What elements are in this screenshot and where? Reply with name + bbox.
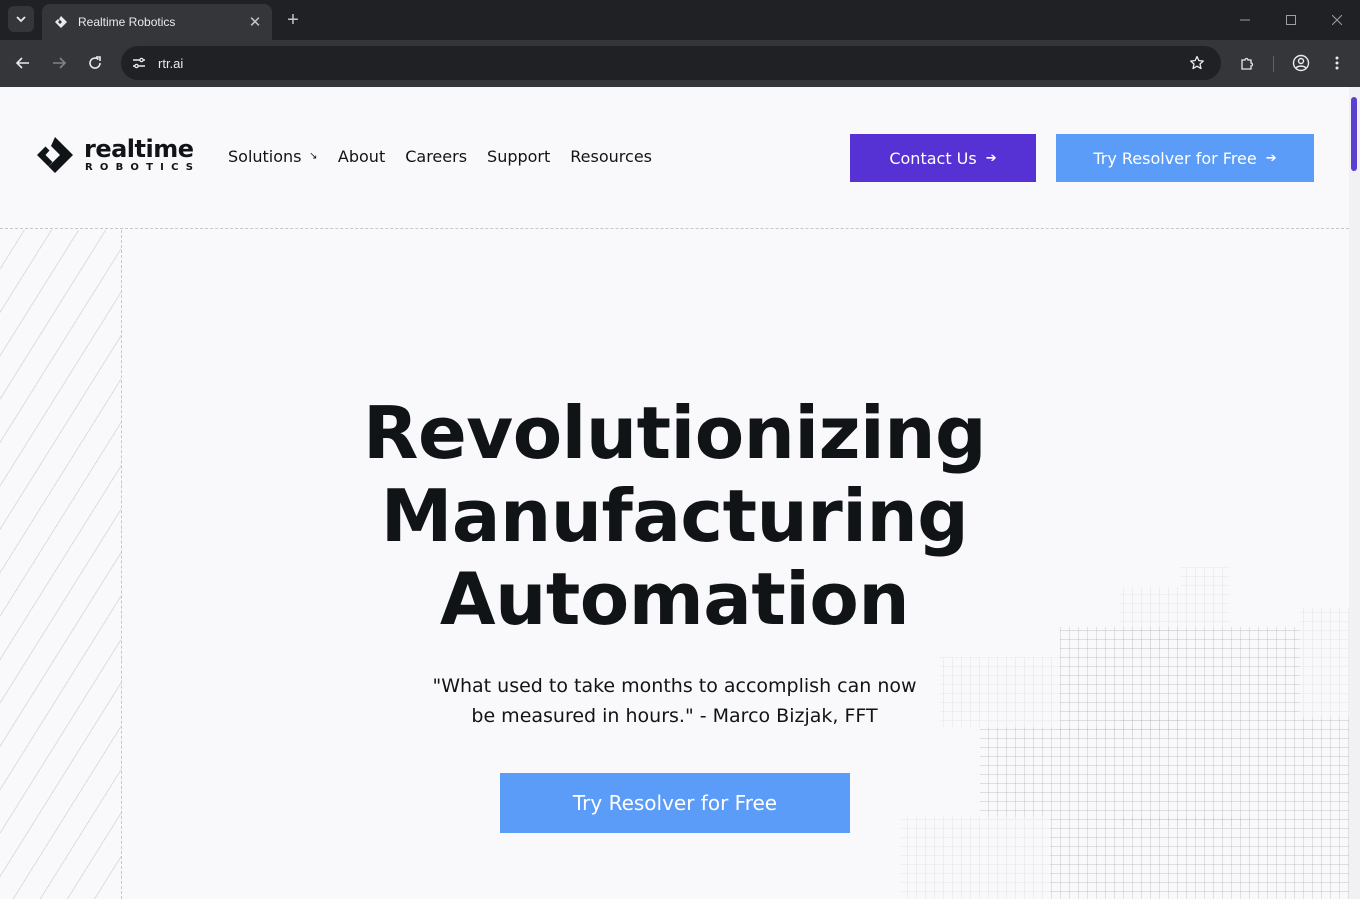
hero-title-line: Manufacturing bbox=[380, 474, 969, 558]
nav-item-label: Careers bbox=[405, 147, 468, 166]
close-window-button[interactable] bbox=[1314, 0, 1360, 40]
site-header: realtime ROBOTICS Solutions ↓ About Care… bbox=[0, 87, 1349, 229]
arrow-right-icon: ➔ bbox=[985, 150, 997, 166]
tab-title: Realtime Robotics bbox=[78, 15, 176, 29]
puzzle-icon[interactable] bbox=[1235, 51, 1259, 75]
browser-tab[interactable]: Realtime Robotics ✕ bbox=[42, 4, 272, 40]
tab-search-button[interactable] bbox=[8, 6, 34, 32]
hero-quote-line: be measured in hours." - Marco Bizjak, F… bbox=[471, 705, 878, 727]
contact-us-label: Contact Us bbox=[889, 148, 977, 168]
arrow-down-left-icon: ↓ bbox=[306, 149, 321, 164]
nav-item-solutions[interactable]: Solutions ↓ bbox=[228, 147, 321, 166]
star-icon[interactable] bbox=[1185, 51, 1209, 75]
hero-cta-label: Try Resolver for Free bbox=[572, 791, 778, 815]
close-window-icon bbox=[1332, 15, 1342, 25]
chevron-down-icon bbox=[16, 16, 26, 23]
wireframe-cubes-graphic bbox=[900, 567, 1349, 899]
main-nav: Solutions ↓ About Careers Support Resour… bbox=[228, 147, 672, 166]
nav-item-label: Support bbox=[487, 147, 551, 166]
close-icon[interactable]: ✕ bbox=[246, 13, 264, 31]
nav-item-label: Resources bbox=[570, 147, 652, 166]
logo-wordmark: realtime bbox=[84, 135, 194, 163]
nav-item-careers[interactable]: Careers bbox=[405, 147, 467, 166]
nav-item-about[interactable]: About bbox=[338, 147, 385, 166]
reload-button[interactable] bbox=[83, 51, 107, 75]
hero-quote-line: "What used to take months to accomplish … bbox=[432, 675, 917, 697]
site-logo[interactable]: realtime ROBOTICS bbox=[35, 135, 200, 175]
arrow-right-icon bbox=[53, 57, 67, 69]
try-resolver-label: Try Resolver for Free bbox=[1093, 148, 1257, 168]
kebab-menu-icon[interactable] bbox=[1325, 51, 1349, 75]
web-page: realtime ROBOTICS Solutions ↓ About Care… bbox=[0, 87, 1349, 899]
account-icon[interactable] bbox=[1289, 51, 1313, 75]
maximize-button[interactable] bbox=[1268, 0, 1314, 40]
minimize-button[interactable] bbox=[1222, 0, 1268, 40]
nav-item-label: About bbox=[337, 147, 386, 166]
browser-toolbar: rtr.ai bbox=[0, 40, 1360, 87]
forward-button[interactable] bbox=[47, 51, 71, 75]
logo-subtitle: ROBOTICS bbox=[85, 162, 201, 173]
arrow-left-icon bbox=[15, 57, 29, 69]
browser-tab-bar: Realtime Robotics ✕ + bbox=[0, 0, 1360, 40]
tune-icon[interactable] bbox=[129, 53, 149, 73]
page-scrollbar[interactable] bbox=[1349, 87, 1360, 899]
nav-item-label: Solutions bbox=[228, 147, 302, 166]
minimize-icon bbox=[1240, 19, 1250, 21]
reload-icon bbox=[89, 56, 101, 69]
scrollbar-thumb[interactable] bbox=[1351, 97, 1357, 171]
hero-title-line: Revolutionizing bbox=[363, 391, 987, 475]
arrow-right-icon: ➔ bbox=[1265, 150, 1277, 166]
toolbar-divider bbox=[1273, 56, 1274, 72]
back-button[interactable] bbox=[11, 51, 35, 75]
url-text[interactable]: rtr.ai bbox=[158, 56, 1185, 71]
try-resolver-header-button[interactable]: Try Resolver for Free ➔ bbox=[1056, 134, 1314, 182]
plus-icon[interactable]: + bbox=[282, 9, 304, 31]
maximize-icon bbox=[1286, 15, 1296, 25]
hero-quote: "What used to take months to accomplish … bbox=[400, 671, 949, 731]
address-bar[interactable]: rtr.ai bbox=[121, 46, 1221, 80]
try-resolver-hero-button[interactable]: Try Resolver for Free bbox=[500, 773, 850, 833]
realtime-robotics-favicon bbox=[55, 16, 67, 28]
window-controls bbox=[1222, 0, 1360, 40]
nav-item-resources[interactable]: Resources bbox=[570, 147, 652, 166]
realtime-robotics-logo-icon bbox=[37, 137, 73, 173]
contact-us-button[interactable]: Contact Us ➔ bbox=[850, 134, 1036, 182]
nav-item-support[interactable]: Support bbox=[487, 147, 550, 166]
